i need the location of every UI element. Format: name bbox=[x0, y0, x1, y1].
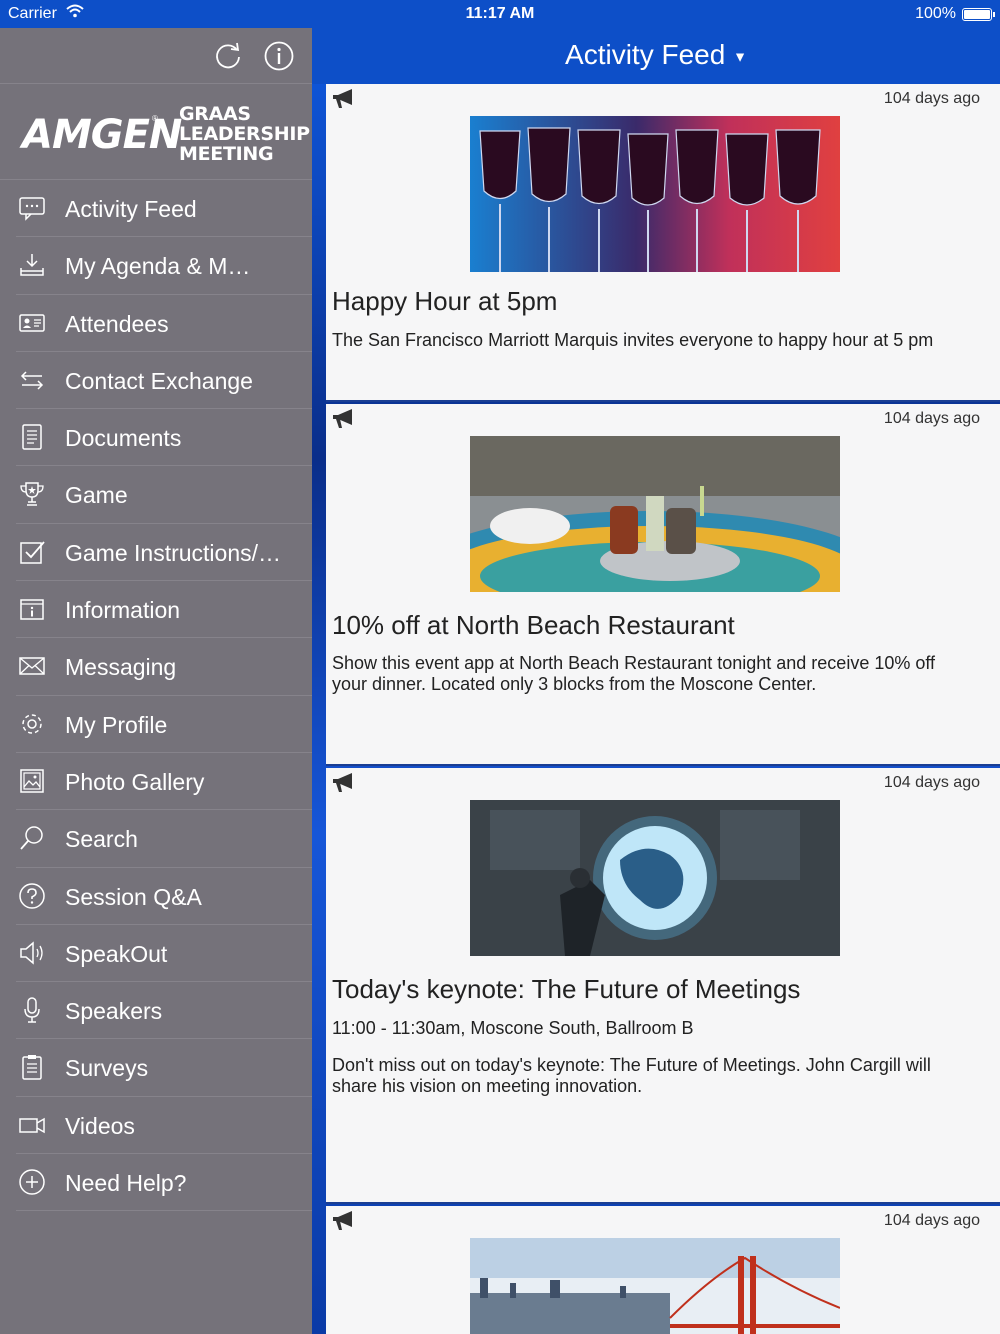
battery-icon bbox=[962, 8, 995, 21]
sidebar: AMGEN ® GRAAS LEADERSHIP MEETING Activit… bbox=[0, 28, 312, 1334]
post-body: The San Francisco Marriott Marquis invit… bbox=[332, 330, 934, 350]
sidebar-item-speakers[interactable]: Speakers bbox=[16, 982, 312, 1040]
sidebar-item-messaging[interactable]: Messaging bbox=[16, 638, 312, 696]
sidebar-item-need-help[interactable]: Need Help? bbox=[16, 1154, 312, 1212]
page-title: Activity Feed bbox=[565, 39, 726, 70]
refresh-icon[interactable] bbox=[212, 40, 244, 72]
event-name: GRAAS LEADERSHIP MEETING bbox=[179, 104, 310, 164]
sidebar-item-documents[interactable]: Documents bbox=[16, 409, 312, 467]
sidebar-item-label: SpeakOut bbox=[65, 940, 168, 967]
sidebar-item-label: Game bbox=[65, 482, 128, 509]
post-body: Show this event app at North Beach Resta… bbox=[332, 653, 936, 694]
checkbox-icon bbox=[18, 538, 46, 566]
feed-selector[interactable]: Activity Feed ▼ bbox=[312, 39, 1000, 71]
trophy-icon bbox=[18, 480, 46, 508]
sidebar-item-label: Messaging bbox=[65, 654, 177, 681]
post-title: Happy Hour at 5pm bbox=[332, 286, 558, 316]
id-card-icon bbox=[18, 309, 46, 337]
post-subtitle: 11:00 - 11:30am, Moscone South, Ballroom… bbox=[332, 1018, 694, 1038]
sidebar-item-label: Videos bbox=[65, 1112, 135, 1139]
video-camera-icon bbox=[18, 1111, 46, 1139]
battery-percentage: 100% bbox=[915, 5, 956, 22]
post-timestamp: 104 days ago bbox=[883, 410, 980, 427]
restaurant-table-photo bbox=[470, 436, 840, 592]
swap-arrows-icon bbox=[18, 366, 46, 394]
post-timestamp: 104 days ago bbox=[883, 774, 980, 791]
info-icon[interactable] bbox=[263, 40, 295, 72]
event-name-line: MEETING bbox=[179, 143, 274, 165]
event-name-line: LEADERSHIP bbox=[179, 123, 310, 145]
envelope-icon bbox=[18, 652, 46, 680]
sidebar-item-label: My Profile bbox=[65, 711, 168, 738]
sidebar-item-search[interactable]: Search bbox=[16, 810, 312, 868]
sidebar-item-session-qa[interactable]: Session Q&A bbox=[16, 868, 312, 925]
feed-post[interactable]: 104 days ago 10% off at North Beach Rest… bbox=[326, 404, 1000, 766]
sidebar-item-label: Documents bbox=[65, 425, 182, 452]
sidebar-item-my-profile[interactable]: My Profile bbox=[16, 696, 312, 753]
clipboard-icon bbox=[18, 1053, 46, 1081]
sidebar-item-my-agenda[interactable]: My Agenda & M… bbox=[16, 237, 312, 295]
activity-feed[interactable]: 104 days ago Happy Hour at 5pm The San F… bbox=[312, 84, 1000, 1334]
plus-circle-icon bbox=[18, 1168, 46, 1196]
inbox-download-icon bbox=[18, 251, 46, 279]
microphone-icon bbox=[18, 996, 46, 1024]
sidebar-item-game[interactable]: Game bbox=[16, 466, 312, 524]
post-body: Don't miss out on today's keynote: The F… bbox=[332, 1055, 931, 1096]
speech-bubble-icon bbox=[18, 194, 46, 222]
sidebar-item-label: Surveys bbox=[65, 1055, 149, 1082]
event-logo: AMGEN ® GRAAS LEADERSHIP MEETING bbox=[0, 84, 312, 180]
sidebar-item-attendees[interactable]: Attendees bbox=[16, 295, 312, 352]
globe-technology-photo bbox=[470, 800, 840, 956]
status-bar: Carrier 11:17 AM 100% bbox=[0, 0, 1000, 28]
sidebar-item-label: Information bbox=[65, 597, 181, 624]
golden-gate-bridge-photo bbox=[470, 1238, 840, 1334]
post-timestamp: 104 days ago bbox=[883, 90, 980, 107]
sidebar-item-label: Activity Feed bbox=[65, 196, 197, 222]
wine-glasses-photo bbox=[470, 116, 840, 272]
sidebar-item-label: Attendees bbox=[65, 310, 169, 337]
post-timestamp: 104 days ago bbox=[883, 1212, 980, 1229]
navigation-bar: Activity Feed ▼ bbox=[312, 28, 1000, 84]
registered-mark: ® bbox=[152, 114, 158, 123]
megaphone-icon bbox=[332, 88, 356, 110]
sidebar-item-label: Session Q&A bbox=[65, 883, 202, 910]
sidebar-item-label: Search bbox=[65, 826, 138, 853]
sidebar-menu: Activity Feed My Agenda & M… Attendees C… bbox=[0, 180, 312, 1212]
gear-icon bbox=[18, 710, 46, 738]
feed-post[interactable]: 104 days ago Today's keynote: The Future… bbox=[326, 768, 1000, 1204]
sidebar-item-photo-gallery[interactable]: Photo Gallery bbox=[16, 753, 312, 811]
sidebar-item-speakout[interactable]: SpeakOut bbox=[16, 925, 312, 983]
megaphone-icon bbox=[332, 1210, 356, 1232]
document-icon bbox=[18, 423, 46, 451]
clock: 11:17 AM bbox=[465, 5, 535, 22]
sidebar-toolbar bbox=[0, 28, 312, 84]
info-box-icon bbox=[18, 595, 46, 623]
question-icon bbox=[18, 882, 46, 910]
speaker-icon bbox=[18, 939, 46, 967]
caret-down-icon: ▼ bbox=[733, 48, 747, 65]
event-name-line: GRAAS bbox=[179, 103, 251, 125]
sidebar-item-label: Contact Exchange bbox=[65, 367, 253, 394]
sidebar-item-label: Game Instructions/… bbox=[65, 539, 282, 566]
sidebar-item-label: Need Help? bbox=[65, 1170, 187, 1197]
sidebar-item-label: Photo Gallery bbox=[65, 768, 205, 795]
sidebar-item-label: My Agenda & M… bbox=[65, 253, 251, 280]
sidebar-item-game-instructions[interactable]: Game Instructions/… bbox=[16, 524, 312, 582]
megaphone-icon bbox=[332, 408, 356, 430]
feed-post[interactable]: 104 days ago Happy Hour at 5pm The San F… bbox=[326, 84, 1000, 402]
post-title: Today's keynote: The Future of Meetings bbox=[332, 974, 801, 1004]
sidebar-item-contact-exchange[interactable]: Contact Exchange bbox=[16, 352, 312, 410]
feed-post[interactable]: 104 days ago bbox=[326, 1206, 1000, 1334]
picture-icon bbox=[18, 767, 46, 795]
sidebar-item-surveys[interactable]: Surveys bbox=[16, 1039, 312, 1097]
sidebar-item-information[interactable]: Information bbox=[16, 581, 312, 639]
sidebar-item-activity-feed[interactable]: Activity Feed bbox=[16, 180, 312, 238]
search-icon bbox=[18, 824, 46, 852]
megaphone-icon bbox=[332, 772, 356, 794]
sidebar-item-videos[interactable]: Videos bbox=[16, 1097, 312, 1155]
post-title: 10% off at North Beach Restaurant bbox=[332, 610, 735, 640]
sidebar-item-label: Speakers bbox=[65, 998, 163, 1025]
